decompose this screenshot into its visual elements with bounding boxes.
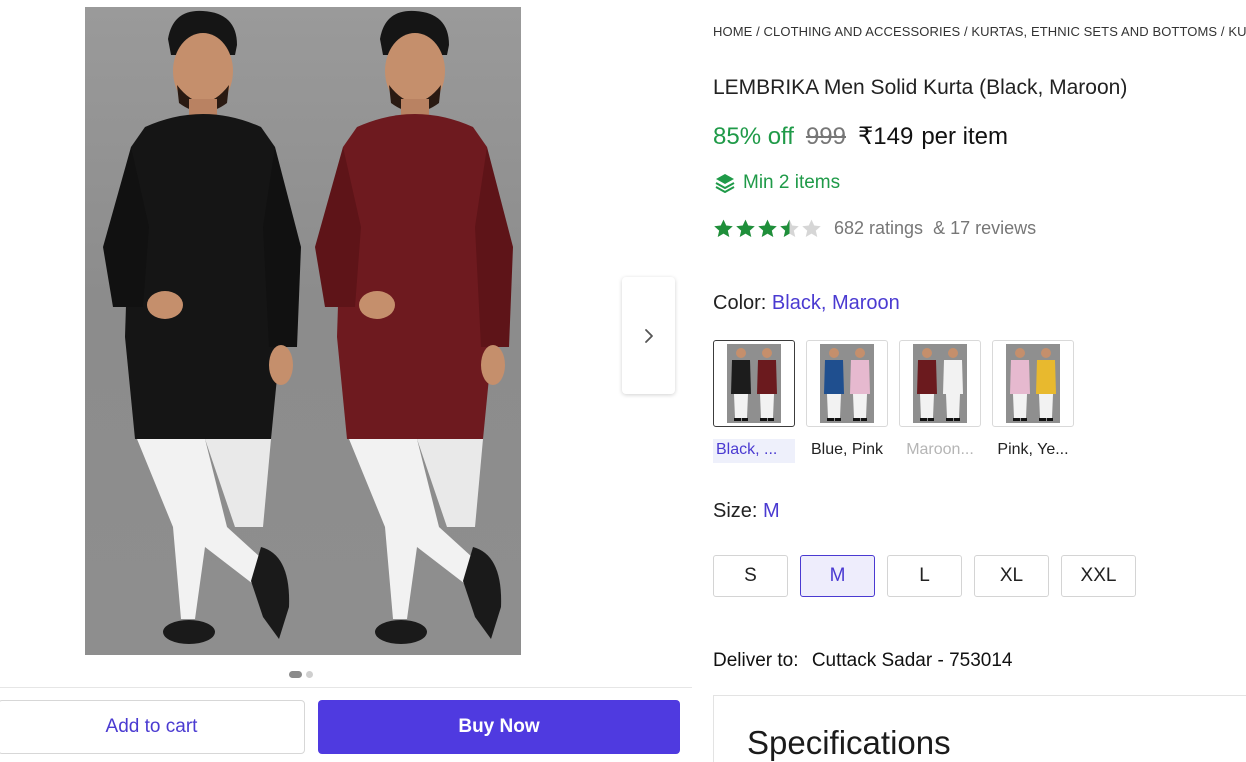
color-selector-label: Color: Black, Maroon bbox=[713, 292, 900, 315]
variant-thumbnail bbox=[992, 340, 1074, 427]
color-variant[interactable]: Pink, Ye... bbox=[992, 340, 1074, 463]
size-options: S M L XL XXL bbox=[713, 555, 1136, 597]
carousel-dot[interactable] bbox=[306, 671, 313, 678]
model-maroon-kurta bbox=[315, 10, 513, 644]
star-full-icon bbox=[736, 219, 755, 238]
action-bar: Add to cart Buy Now bbox=[0, 687, 692, 762]
variant-image bbox=[727, 344, 781, 423]
size-option-s[interactable]: S bbox=[713, 555, 788, 597]
size-option-xl[interactable]: XL bbox=[974, 555, 1049, 597]
product-title: LEMBRIKA Men Solid Kurta (Black, Maroon) bbox=[713, 76, 1128, 99]
variant-label: Blue, Pink bbox=[810, 441, 884, 458]
chevron-right-icon bbox=[644, 328, 653, 343]
variant-label: Pink, Ye... bbox=[997, 441, 1069, 458]
kurta-models-illustration bbox=[103, 10, 513, 644]
variant-label: Black, ... bbox=[713, 439, 795, 463]
reviews-count: & 17 reviews bbox=[933, 218, 1037, 238]
stacked-layers-icon bbox=[715, 174, 735, 193]
carousel-dot-active[interactable] bbox=[289, 671, 302, 678]
selected-size: M bbox=[763, 500, 780, 522]
carousel-dots bbox=[289, 671, 313, 678]
variant-thumbnail bbox=[713, 340, 795, 427]
color-variant[interactable]: Maroon... bbox=[899, 340, 981, 463]
product-details: HOME / CLOTHING AND ACCESSORIES / KURTAS… bbox=[713, 0, 1246, 762]
specifications-section: Specifications bbox=[713, 695, 1246, 762]
original-price: 999 bbox=[805, 123, 846, 150]
size-option-l[interactable]: L bbox=[887, 555, 962, 597]
model-black-kurta bbox=[103, 10, 301, 644]
star-empty-icon bbox=[802, 219, 821, 238]
color-variant[interactable]: Blue, Pink bbox=[806, 340, 888, 463]
deliver-label: Deliver to: bbox=[713, 650, 799, 671]
price-row: 85% off 999 ₹149 per item bbox=[713, 122, 1008, 151]
star-full-icon bbox=[758, 219, 777, 238]
size-selector-label: Size: M bbox=[713, 500, 780, 523]
product-page: Add to cart Buy Now HOME / CLOTHING AND … bbox=[0, 0, 1246, 762]
specifications-title: Specifications bbox=[747, 724, 951, 761]
buy-now-button[interactable]: Buy Now bbox=[318, 700, 680, 754]
size-option-m[interactable]: M bbox=[800, 555, 875, 597]
variant-image bbox=[820, 344, 874, 423]
color-label: Color: bbox=[713, 292, 767, 314]
variant-thumbnail bbox=[806, 340, 888, 427]
selling-price: ₹149 bbox=[858, 123, 914, 150]
variant-image bbox=[1006, 344, 1060, 423]
color-variant[interactable]: Black, ... bbox=[713, 340, 795, 463]
price-unit: per item bbox=[921, 123, 1009, 150]
ratings-count: 682 ratings bbox=[834, 218, 924, 238]
variant-image bbox=[913, 344, 967, 423]
breadcrumb[interactable]: HOME / CLOTHING AND ACCESSORIES / KURTAS… bbox=[713, 24, 1246, 39]
color-variants: Black, ... Blue, Pink Maroon... Pink, Ye... bbox=[713, 340, 1074, 463]
discount-percent: 85% off bbox=[713, 123, 794, 150]
product-image[interactable] bbox=[85, 7, 521, 655]
rating-row[interactable]: 682 ratings & 17 reviews bbox=[713, 218, 1036, 239]
star-rating bbox=[713, 218, 822, 239]
min-items-text: Min 2 items bbox=[743, 172, 841, 193]
star-half-icon bbox=[780, 219, 799, 238]
selected-color: Black, Maroon bbox=[771, 292, 900, 314]
delivery-location: Cuttack Sadar - 753014 bbox=[811, 650, 1013, 671]
variant-label: Maroon... bbox=[906, 441, 974, 458]
delivery-info[interactable]: Deliver to: Cuttack Sadar - 753014 bbox=[713, 650, 1013, 672]
next-image-button[interactable] bbox=[622, 277, 675, 394]
size-label: Size: bbox=[713, 500, 758, 522]
variant-thumbnail bbox=[899, 340, 981, 427]
add-to-cart-button[interactable]: Add to cart bbox=[0, 700, 305, 754]
min-items-note: Min 2 items bbox=[714, 172, 840, 194]
star-full-icon bbox=[714, 219, 733, 238]
size-option-xxl[interactable]: XXL bbox=[1061, 555, 1136, 597]
